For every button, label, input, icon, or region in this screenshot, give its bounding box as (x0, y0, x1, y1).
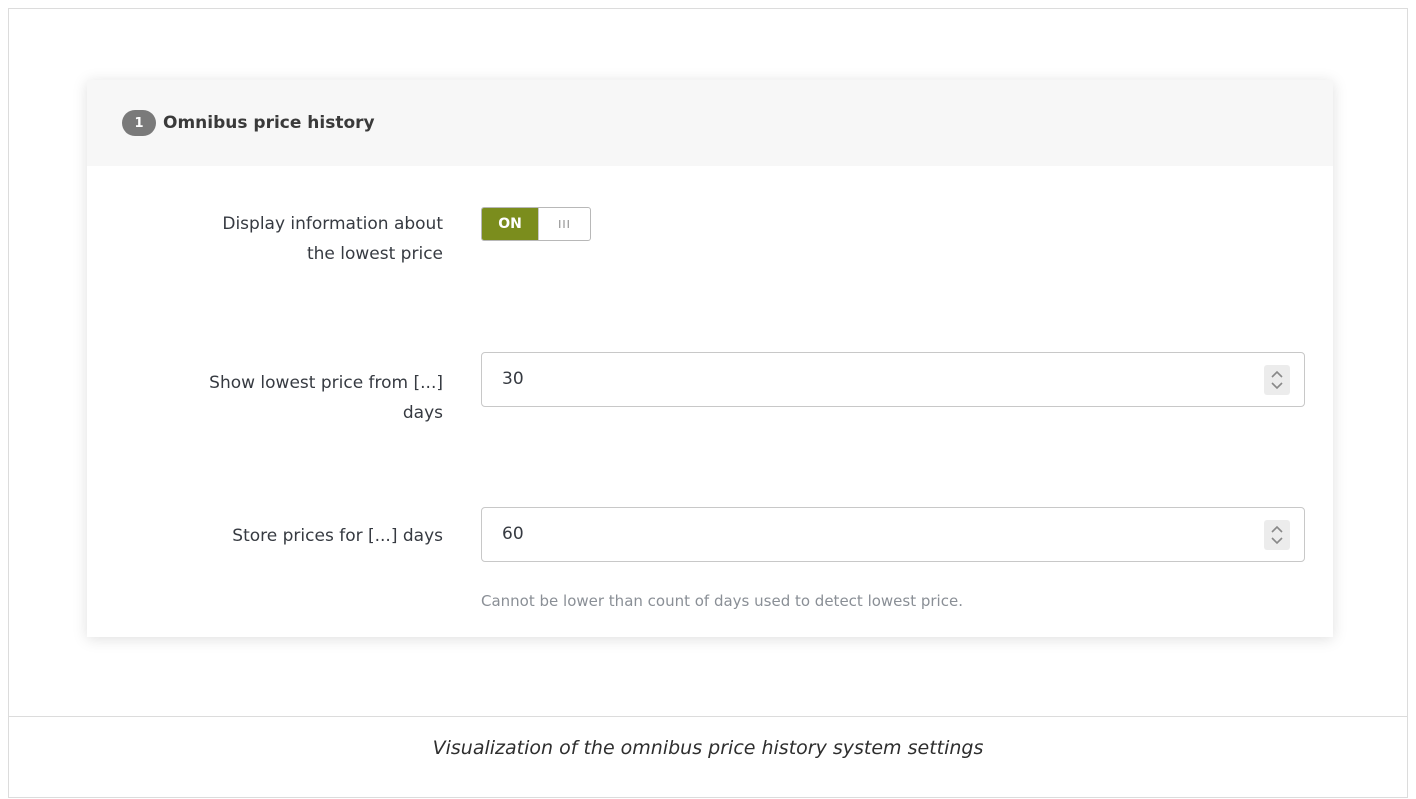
show-from-days-label-line1: Show lowest price from [...] (209, 373, 443, 393)
step-number-badge: 1 (122, 110, 156, 136)
store-days-label: Store prices for [...] days (103, 521, 443, 551)
card-title: Omnibus price history (163, 113, 375, 133)
display-lowest-label-line1: Display information about (222, 214, 443, 234)
figure-area: 1 Omnibus price history Display informat… (9, 9, 1407, 717)
store-days-input[interactable]: 60 (481, 507, 1305, 562)
display-lowest-toggle[interactable]: ON III (481, 207, 591, 241)
store-days-help-text: Cannot be lower than count of days used … (481, 592, 963, 610)
figure-caption: Visualization of the omnibus price histo… (432, 737, 984, 759)
toggle-on-label: ON (482, 208, 538, 240)
store-days-label-text: Store prices for [...] days (232, 526, 443, 546)
settings-card: 1 Omnibus price history Display informat… (87, 80, 1333, 637)
show-from-days-label-line2: days (402, 403, 443, 423)
spinner-arrows-icon (1271, 370, 1283, 390)
card-header: 1 Omnibus price history (87, 80, 1333, 166)
show-from-days-input[interactable]: 30 (481, 352, 1305, 407)
show-from-days-value: 30 (502, 369, 524, 389)
display-lowest-label: Display information about the lowest pri… (103, 209, 443, 269)
show-from-days-spinner-icon[interactable] (1264, 365, 1290, 395)
display-lowest-label-line2: the lowest price (306, 244, 443, 264)
show-from-days-label: Show lowest price from [...] days (103, 368, 443, 428)
figure-frame: 1 Omnibus price history Display informat… (8, 8, 1408, 798)
spinner-arrows-icon (1271, 525, 1283, 545)
toggle-handle-grip-icon: III (538, 208, 590, 240)
store-days-spinner-icon[interactable] (1264, 520, 1290, 550)
store-days-value: 60 (502, 524, 524, 544)
